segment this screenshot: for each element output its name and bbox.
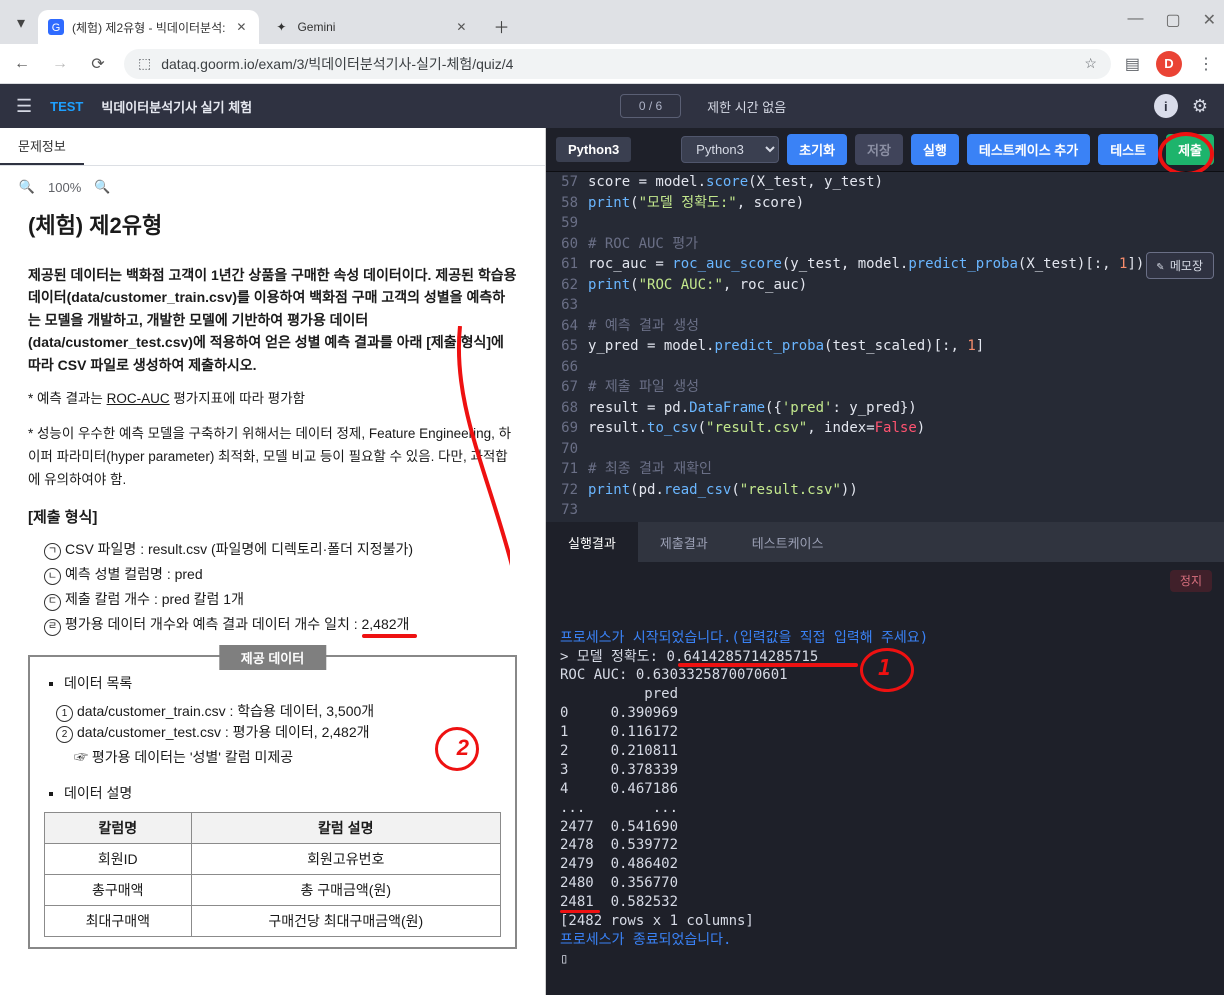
provided-table: 칼럼명칼럼 설명 회원ID회원고유번호 총구매액총 구매금액(원) 최대구매액구…: [44, 812, 501, 937]
tab-title: (체험) 제2유형 - 빅데이터분석:: [72, 19, 225, 36]
gear-icon[interactable]: ⚙: [1192, 96, 1208, 117]
table-row: 총구매액총 구매금액(원): [45, 874, 501, 905]
problem-pane: 문제정보 🔍 100% 🔍 (체험) 제2유형 제공된 데이터는 백화점 고객이…: [0, 128, 546, 995]
note-rocauc: * 예측 결과는 ROC-AUC 평가지표에 따라 평가함: [28, 388, 517, 411]
submit-format-heading: [제출 형식]: [28, 506, 517, 527]
close-icon[interactable]: ✕: [453, 19, 469, 35]
memo-button[interactable]: ✎ 메모장: [1146, 252, 1214, 279]
tab-title: Gemini: [297, 20, 335, 34]
table-row: 회원ID회원고유번호: [45, 843, 501, 874]
editor-toolbar: Python3 Python3 초기화 저장 실행 테스트케이스 추가 테스트 …: [546, 128, 1224, 172]
new-tab-button[interactable]: ＋: [487, 12, 515, 40]
left-tabs: 문제정보: [0, 128, 545, 166]
zoom-in-icon[interactable]: 🔍: [91, 176, 113, 198]
hand-circle-3-top: [1158, 132, 1214, 176]
info-icon[interactable]: i: [1154, 94, 1178, 118]
stop-button[interactable]: 정지: [1170, 570, 1212, 592]
table-row: 최대구매액구매건당 최대구매금액(원): [45, 905, 501, 936]
time-limit-label: 제한 시간 없음: [707, 97, 786, 116]
tab-favicon: G: [48, 19, 64, 35]
zoom-level: 100%: [48, 180, 81, 195]
drawer-menu-icon[interactable]: ☰: [16, 96, 32, 117]
code-editor[interactable]: ✎ 메모장 57score = model.score(X_test, y_te…: [546, 172, 1224, 522]
kebab-menu-icon[interactable]: ⋮: [1198, 54, 1214, 74]
browser-tab-active[interactable]: G (체험) 제2유형 - 빅데이터분석: ✕: [38, 10, 259, 44]
reload-button[interactable]: ⟳: [86, 52, 110, 76]
init-button[interactable]: 초기화: [787, 134, 847, 165]
submit-format-list: ㄱCSV 파일명 : result.csv (파일명에 디렉토리·폴더 지정불가…: [44, 537, 517, 638]
language-select[interactable]: Python3: [681, 136, 779, 163]
exam-title: 빅데이터분석기사 실기 체험: [101, 97, 252, 116]
app-header: ☰ TEST 빅데이터분석기사 실기 체험 0 / 6 제한 시간 없음 i ⚙: [0, 84, 1224, 128]
provided-data-box: 제공 데이터 데이터 목록 1data/customer_train.csv :…: [28, 655, 517, 948]
save-button[interactable]: 저장: [855, 134, 903, 165]
tab-testcase[interactable]: 테스트케이스: [730, 522, 846, 562]
problem-heading: (체험) 제2유형: [28, 208, 517, 240]
provided-file-2: 2data/customer_test.csv : 평가용 데이터, 2,482…: [56, 722, 501, 743]
site-info-icon[interactable]: ⬚: [138, 55, 151, 72]
test-badge: TEST: [50, 99, 83, 114]
tab-menu-chevron[interactable]: ▾: [8, 10, 34, 36]
provided-desc-heading: 데이터 설명: [64, 781, 501, 806]
add-testcase-button[interactable]: 테스트케이스 추가: [967, 134, 1090, 165]
star-icon[interactable]: ☆: [1084, 55, 1097, 72]
zoom-out-icon[interactable]: 🔍: [16, 176, 38, 198]
zoom-bar: 🔍 100% 🔍: [0, 166, 545, 208]
address-right-controls: ▤ D ⋮: [1125, 51, 1214, 77]
url-text: dataq.goorm.io/exam/3/빅데이터분석기사-실기-체험/qui…: [161, 54, 513, 74]
window-controls: — ▢ ✕: [1127, 10, 1216, 30]
minimize-icon[interactable]: —: [1127, 10, 1143, 30]
svg-text:G: G: [52, 22, 61, 34]
language-badge: Python3: [556, 137, 631, 162]
code-pane: Python3 Python3 초기화 저장 실행 테스트케이스 추가 테스트 …: [546, 128, 1224, 995]
url-field[interactable]: ⬚ dataq.goorm.io/exam/3/빅데이터분석기사-실기-체험/q…: [124, 49, 1111, 79]
provided-list-heading: 데이터 목록: [64, 671, 501, 696]
workspace: 문제정보 🔍 100% 🔍 (체험) 제2유형 제공된 데이터는 백화점 고객이…: [0, 128, 1224, 995]
panel-icon[interactable]: ▤: [1125, 54, 1140, 74]
profile-avatar[interactable]: D: [1156, 51, 1182, 77]
test-button[interactable]: 테스트: [1098, 134, 1158, 165]
note-perf: * 성능이 우수한 예측 모델을 구축하기 위해서는 데이터 정제, Featu…: [28, 423, 517, 492]
close-icon[interactable]: ✕: [233, 19, 249, 35]
provided-file-1: 1data/customer_train.csv : 학습용 데이터, 3,50…: [56, 701, 501, 722]
tab-run-result[interactable]: 실행결과: [546, 522, 638, 562]
output-tabs: 실행결과 제출결과 테스트케이스: [546, 522, 1224, 562]
problem-description: 제공된 데이터는 백화점 고객이 1년간 상품을 구매한 속성 데이터이다. 제…: [28, 264, 517, 376]
tab-submit-result[interactable]: 제출결과: [638, 522, 730, 562]
browser-tab-inactive[interactable]: ✦ Gemini ✕: [263, 10, 479, 44]
back-button[interactable]: ←: [10, 52, 34, 76]
problem-body: (체험) 제2유형 제공된 데이터는 백화점 고객이 1년간 상품을 구매한 속…: [0, 208, 545, 967]
progress-counter: 0 / 6: [620, 94, 681, 118]
browser-tab-bar: ▾ G (체험) 제2유형 - 빅데이터분석: ✕ ✦ Gemini ✕ ＋ —…: [0, 0, 1224, 44]
maximize-icon[interactable]: ▢: [1165, 10, 1180, 30]
tab-favicon: ✦: [273, 19, 289, 35]
tab-problem-info[interactable]: 문제정보: [0, 128, 84, 165]
close-window-icon[interactable]: ✕: [1203, 10, 1216, 30]
address-bar: ← → ⟳ ⬚ dataq.goorm.io/exam/3/빅데이터분석기사-실…: [0, 44, 1224, 84]
hand-num-2: 2: [457, 735, 469, 761]
run-button[interactable]: 실행: [911, 134, 959, 165]
provided-tag: 제공 데이터: [219, 645, 326, 670]
forward-button[interactable]: →: [48, 52, 72, 76]
count-2482: 2,482개: [362, 616, 410, 632]
edit-icon: ✎: [1157, 259, 1164, 273]
console-output[interactable]: 정지 프로세스가 시작되었습니다.(입력값을 직접 입력해 주세요)> 모델 정…: [546, 562, 1224, 995]
